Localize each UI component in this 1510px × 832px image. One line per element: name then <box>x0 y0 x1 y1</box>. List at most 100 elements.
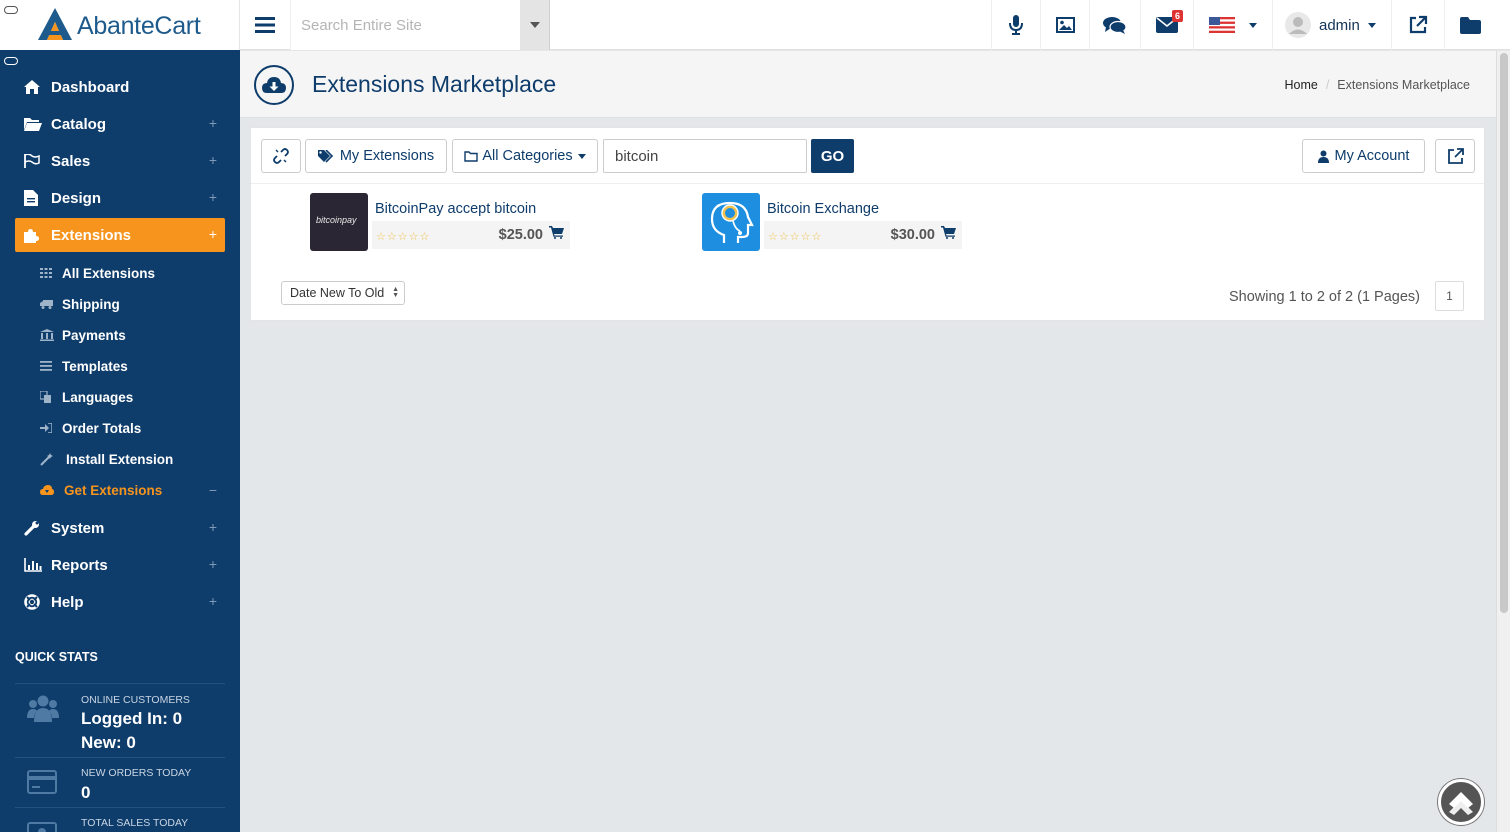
money-icon <box>27 822 57 832</box>
global-search-input[interactable] <box>290 0 520 50</box>
total-sales-label: TOTAL SALES TODAY <box>81 817 189 829</box>
chevron-up-icon <box>1449 792 1473 815</box>
voice-search-button[interactable] <box>991 0 1040 50</box>
unlink-icon <box>273 148 289 164</box>
product-thumbnail[interactable] <box>702 193 760 251</box>
sidebar-subitem-all-extensions[interactable]: All Extensions <box>40 261 225 285</box>
product-price[interactable]: $25.00 <box>499 226 564 243</box>
folder-open-icon <box>24 118 42 131</box>
sidebar-toggle-icon[interactable] <box>4 6 18 14</box>
cart-icon <box>549 226 564 243</box>
my-account-button[interactable]: My Account <box>1302 139 1425 173</box>
top-bar: AbanteCart Search Entire Site 6 admin <box>0 0 1510 50</box>
file-icon <box>24 190 38 206</box>
logo-area[interactable]: AbanteCart <box>0 0 240 50</box>
product-name-link[interactable]: Bitcoin Exchange <box>767 201 879 217</box>
sort-select[interactable]: Date New To Old ▲ ▼ <box>281 281 405 305</box>
quick-stats-orders: NEW ORDERS TODAY 0 <box>15 757 225 807</box>
comments-icon <box>1103 17 1127 34</box>
user-icon <box>1317 150 1329 163</box>
hamburger-icon <box>255 17 275 33</box>
sidebar-item-sales[interactable]: Sales + <box>15 144 225 178</box>
breadcrumb-home-link[interactable]: Home <box>1284 78 1317 92</box>
collapse-icon: − <box>208 482 217 498</box>
disconnect-button[interactable] <box>261 139 301 173</box>
sidebar-subitem-label: Templates <box>62 358 128 374</box>
sidebar-item-reports[interactable]: Reports + <box>15 548 225 582</box>
notification-badge: 6 <box>1171 10 1183 22</box>
new-orders-value: 0 <box>81 783 91 802</box>
pagination-page-1[interactable]: 1 <box>1435 281 1464 311</box>
sidebar-item-help[interactable]: Help + <box>15 585 225 619</box>
scrollbar-thumb[interactable] <box>1500 53 1508 613</box>
expand-icon: + <box>208 189 217 205</box>
abantecart-logo-icon <box>38 8 72 40</box>
sidebar-subitem-label: Languages <box>62 389 134 405</box>
menu-toggle-button[interactable] <box>240 0 290 50</box>
lifebuoy-icon <box>24 594 40 610</box>
truck-icon <box>40 299 53 309</box>
sidebar-subitem-order-totals[interactable]: Order Totals <box>40 416 225 440</box>
sidebar-subitem-templates[interactable]: Templates <box>40 354 225 378</box>
go-button[interactable]: GO <box>811 139 854 173</box>
bitcoinpay-logo: bitcoinpay <box>316 215 357 225</box>
pagination-summary: Showing 1 to 2 of 2 (1 Pages) <box>1228 289 1420 305</box>
product-card[interactable]: Bitcoin Exchange ☆☆☆☆☆ $30.00 <box>702 193 964 251</box>
tags-icon <box>317 149 333 163</box>
page-scrollbar[interactable] <box>1496 51 1510 832</box>
sidebar-subitem-payments[interactable]: Payments <box>40 323 225 347</box>
media-button[interactable] <box>1040 0 1089 50</box>
magic-icon <box>40 452 53 466</box>
sidebar-subitem-label: Install Extension <box>66 451 174 467</box>
open-storefront-button[interactable] <box>1391 0 1444 50</box>
all-categories-label: All Categories <box>482 148 573 164</box>
expand-icon: + <box>208 593 217 609</box>
user-menu[interactable]: admin <box>1272 0 1391 50</box>
online-customers-label: ONLINE CUSTOMERS <box>81 694 190 706</box>
users-icon <box>27 695 59 722</box>
messages-button[interactable] <box>1089 0 1140 50</box>
product-thumbnail[interactable]: bitcoinpay <box>310 193 368 251</box>
puzzle-icon <box>24 229 39 243</box>
sidebar-item-catalog[interactable]: Catalog + <box>15 107 225 141</box>
sidebar-subitem-languages[interactable]: Languages <box>40 385 225 409</box>
sidebar-subitem-get-extensions[interactable]: Get Extensions − <box>40 478 225 502</box>
sidebar-item-label: Dashboard <box>51 78 130 96</box>
product-card[interactable]: bitcoinpay BitcoinPay accept bitcoin ☆☆☆… <box>310 193 572 251</box>
extension-search-input[interactable] <box>603 139 807 173</box>
back-to-top-button[interactable] <box>1438 779 1484 825</box>
open-marketplace-button[interactable] <box>1435 139 1475 173</box>
sidebar-item-label: Sales <box>51 152 91 170</box>
search-dropdown-button[interactable] <box>520 0 550 50</box>
sidebar-item-extensions[interactable]: Extensions + <box>15 218 225 252</box>
sign-in-icon <box>40 423 52 433</box>
product-name-link[interactable]: BitcoinPay accept bitcoin <box>375 201 536 217</box>
sidebar-item-design[interactable]: Design + <box>15 181 225 215</box>
my-extensions-button[interactable]: My Extensions <box>305 139 447 173</box>
sidebar-subitem-label: Payments <box>62 327 126 343</box>
sidebar-item-dashboard[interactable]: Dashboard <box>15 70 225 104</box>
product-price[interactable]: $30.00 <box>891 226 956 243</box>
sidebar-subitem-shipping[interactable]: Shipping <box>40 292 225 316</box>
sidebar-item-system[interactable]: System + <box>15 511 225 545</box>
credit-card-icon <box>27 770 57 794</box>
sort-selected-value: Date New To Old <box>290 286 385 300</box>
sidebar-subitem-label: Get Extensions <box>64 482 163 498</box>
language-selector[interactable] <box>1193 0 1272 50</box>
cloud-download-icon <box>40 485 54 495</box>
expand-icon: + <box>208 556 217 572</box>
notifications-button[interactable]: 6 <box>1140 0 1193 50</box>
sidebar-subitem-label: Order Totals <box>62 420 142 436</box>
sidebar-subitem-label: All Extensions <box>62 265 156 281</box>
sidebar-subitem-install-extension[interactable]: Install Extension <box>40 447 225 471</box>
sidebar: Dashboard Catalog + Sales + Design + Ext… <box>0 50 240 832</box>
all-categories-dropdown[interactable]: All Categories <box>452 139 598 173</box>
file-manager-button[interactable] <box>1444 0 1496 50</box>
external-link-icon <box>1447 147 1464 164</box>
price-value: $30.00 <box>890 226 935 243</box>
marketplace-panel: My Extensions All Categories GO My Accou… <box>250 127 1485 321</box>
sidebar-collapse-icon[interactable] <box>4 57 18 65</box>
sidebar-item-label: Extensions <box>51 226 132 244</box>
select-arrows-icon: ▲ ▼ <box>392 286 399 299</box>
expand-icon: + <box>208 115 217 131</box>
